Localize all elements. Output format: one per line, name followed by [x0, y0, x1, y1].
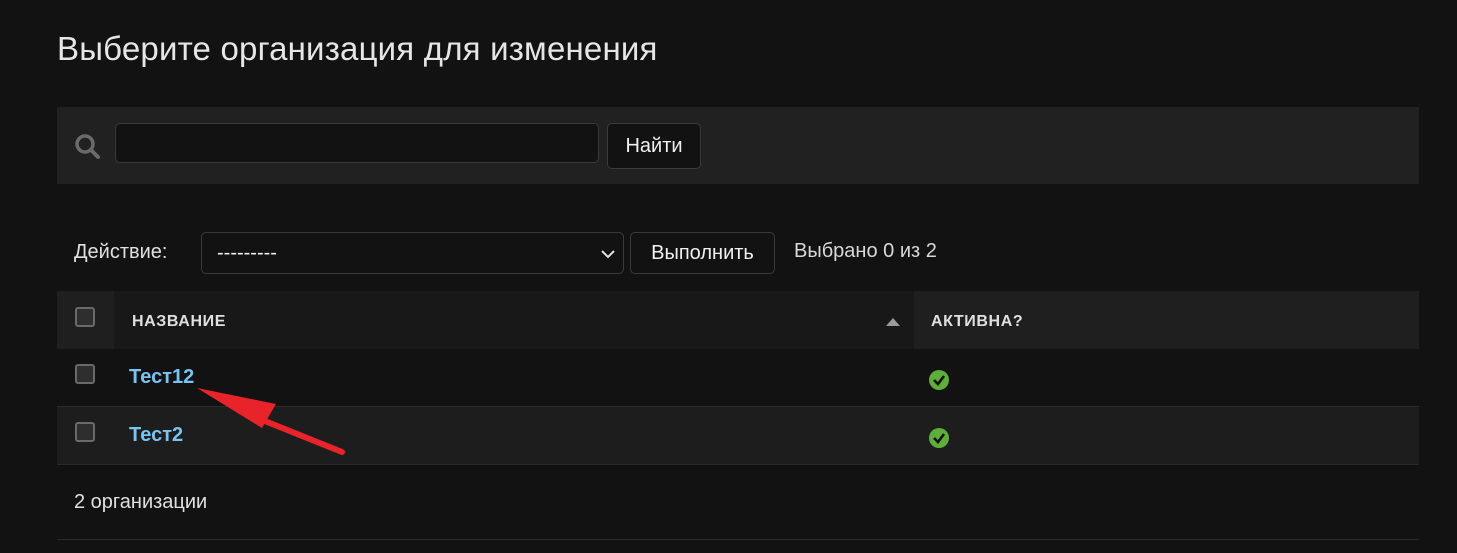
sort-ascending-icon[interactable] [885, 317, 901, 327]
action-select[interactable]: --------- [201, 232, 624, 274]
column-header-name[interactable]: НАЗВАНИЕ [132, 313, 226, 331]
footer-divider [57, 539, 1419, 540]
chevron-down-icon [601, 250, 615, 259]
search-button[interactable]: Найти [607, 123, 701, 169]
row-checkbox[interactable] [75, 422, 95, 442]
organization-link[interactable]: Тест12 [129, 366, 194, 389]
row-divider [57, 464, 1419, 465]
run-action-button[interactable]: Выполнить [630, 232, 775, 274]
search-input[interactable] [115, 123, 599, 163]
table-row [57, 407, 1419, 465]
selection-counter: Выбрано 0 из 2 [794, 240, 937, 262]
row-checkbox[interactable] [75, 364, 95, 384]
select-all-checkbox[interactable] [75, 307, 95, 327]
column-header-active[interactable]: АКТИВНА? [931, 313, 1023, 331]
action-label: Действие: [74, 241, 168, 263]
check-circle-icon [929, 428, 949, 448]
organization-link[interactable]: Тест2 [129, 424, 183, 447]
action-select-value: --------- [217, 241, 277, 264]
check-circle-icon [929, 370, 949, 390]
result-count: 2 организации [74, 491, 208, 513]
page-title: Выберите организация для изменения [57, 30, 658, 67]
column-header-name-cell[interactable] [114, 291, 914, 349]
annotation-arrow [197, 388, 345, 455]
search-icon [75, 134, 100, 159]
table-row [57, 349, 1419, 407]
